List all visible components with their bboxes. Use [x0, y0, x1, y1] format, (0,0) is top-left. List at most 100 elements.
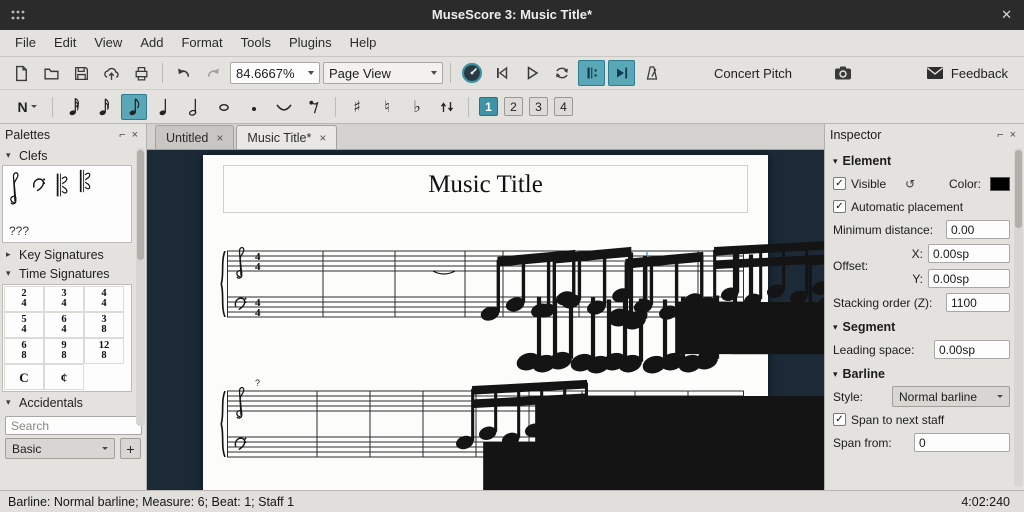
bass-clef-item[interactable] [31, 175, 46, 193]
time-signature-item[interactable]: 128 [84, 338, 124, 364]
time-signature-item[interactable]: 34 [44, 286, 84, 312]
menu-add[interactable]: Add [131, 30, 172, 56]
score-page[interactable]: Music Title 4 4 [203, 155, 768, 490]
tab-close-icon[interactable]: × [319, 131, 326, 145]
augmentation-dot-button[interactable] [241, 94, 267, 120]
play-button[interactable] [518, 60, 545, 86]
flip-direction-button[interactable] [434, 94, 460, 120]
inspector-float-icon[interactable]: ⌐ [994, 129, 1006, 141]
menu-format[interactable]: Format [172, 30, 231, 56]
section-barline[interactable]: ▾ Barline [833, 367, 1010, 381]
time-signature-item[interactable]: 64 [44, 312, 84, 338]
span-from-field[interactable]: 0 [914, 433, 1010, 452]
tab-untitled[interactable]: Untitled × [155, 125, 234, 149]
offset-y-field[interactable]: 0.00sp [928, 269, 1010, 288]
palette-search-input[interactable] [5, 416, 142, 435]
time-signature-cut-item[interactable]: ¢ [44, 364, 84, 390]
alto-clef-item[interactable] [55, 172, 69, 198]
time-signature-item[interactable]: 38 [84, 312, 124, 338]
tie-button[interactable] [271, 94, 297, 120]
flat-button[interactable]: ♭ [404, 94, 430, 120]
redo-button[interactable] [200, 60, 227, 86]
image-capture-button[interactable] [829, 60, 856, 86]
feedback-button[interactable]: Feedback [926, 66, 1016, 81]
voice-1-button[interactable]: 1 [479, 97, 498, 116]
play-panel-button[interactable] [458, 60, 485, 86]
menu-tools[interactable]: Tools [232, 30, 280, 56]
sharp-button[interactable]: ♯ [344, 94, 370, 120]
menu-help[interactable]: Help [341, 30, 386, 56]
menu-plugins[interactable]: Plugins [280, 30, 341, 56]
span-next-staff-checkbox[interactable]: ✓ [833, 413, 846, 426]
section-element[interactable]: ▾ Element [833, 154, 1010, 168]
save-online-button[interactable] [98, 60, 125, 86]
natural-button[interactable]: ♮ [374, 94, 400, 120]
palette-section-clefs[interactable]: ▾ Clefs [0, 146, 146, 165]
time-signature-item[interactable]: 44 [84, 286, 124, 312]
note-input-mode-button[interactable]: N [10, 94, 44, 120]
duration-quarter-button[interactable] [151, 94, 177, 120]
duration-eighth-button[interactable] [121, 94, 147, 120]
time-signature-item[interactable]: 24 [4, 286, 44, 312]
tab-close-icon[interactable]: × [216, 131, 223, 145]
print-button[interactable] [128, 60, 155, 86]
duration-half-button[interactable] [181, 94, 207, 120]
undo-button[interactable] [170, 60, 197, 86]
tab-music-title[interactable]: Music Title* × [236, 125, 337, 149]
rewind-button[interactable] [488, 60, 515, 86]
inspector-close-icon[interactable]: × [1007, 129, 1019, 141]
metronome-button[interactable] [638, 60, 665, 86]
duration-whole-button[interactable] [211, 94, 237, 120]
time-signature-common-item[interactable]: C [4, 364, 44, 390]
menu-view[interactable]: View [85, 30, 131, 56]
palette-section-time-signatures[interactable]: ▾ Time Signatures [0, 264, 146, 283]
time-signature-item[interactable]: 98 [44, 338, 84, 364]
scrollbar-thumb[interactable] [1015, 150, 1022, 228]
quarter-note-icon [156, 96, 172, 117]
menu-file[interactable]: File [6, 30, 45, 56]
loop-playback-button[interactable] [548, 60, 575, 86]
tenor-clef-item[interactable] [78, 169, 92, 193]
pan-score-button[interactable] [608, 60, 635, 86]
inspector-scrollbar[interactable] [1014, 148, 1023, 487]
window-close-button[interactable]: ✕ [1001, 0, 1012, 30]
workspace-combobox[interactable]: Basic [5, 438, 115, 459]
scrollbar-thumb[interactable] [137, 150, 144, 260]
stacking-order-field[interactable]: 1100 [946, 293, 1010, 312]
offset-x-field[interactable]: 0.00sp [928, 244, 1010, 263]
visible-checkbox[interactable]: ✓ [833, 177, 846, 190]
duration-16th-button[interactable] [91, 94, 117, 120]
menu-edit[interactable]: Edit [45, 30, 85, 56]
play-repeats-button[interactable] [578, 60, 605, 86]
reset-icon[interactable]: ↺ [905, 177, 915, 191]
new-score-button[interactable] [8, 60, 35, 86]
palettes-float-icon[interactable]: ⌐ [116, 129, 128, 141]
palettes-close-icon[interactable]: × [129, 129, 141, 141]
score-system-1[interactable]: 4 4 4 4 [227, 239, 746, 331]
min-distance-field[interactable]: 0.00 [946, 220, 1010, 239]
voice-2-button[interactable]: 2 [504, 97, 523, 116]
section-segment[interactable]: ▾ Segment [833, 320, 1010, 334]
add-workspace-button[interactable]: + [120, 438, 141, 459]
time-signature-item[interactable]: 54 [4, 312, 44, 338]
concert-pitch-button[interactable]: Concert Pitch [704, 61, 802, 85]
auto-placement-checkbox[interactable]: ✓ [833, 200, 846, 213]
voice-3-button[interactable]: 3 [529, 97, 548, 116]
open-file-button[interactable] [38, 60, 65, 86]
view-mode-combobox[interactable]: Page View [323, 62, 443, 84]
score-canvas[interactable]: Music Title 4 4 [147, 150, 824, 490]
score-system-2[interactable]: ? [227, 379, 746, 471]
zoom-combobox[interactable]: 84.6667% [230, 62, 320, 84]
leading-space-field[interactable]: 0.00sp [934, 340, 1010, 359]
duration-32nd-button[interactable] [61, 94, 87, 120]
color-swatch[interactable] [990, 177, 1010, 191]
voice-4-button[interactable]: 4 [554, 97, 573, 116]
save-button[interactable] [68, 60, 95, 86]
palettes-scrollbar[interactable] [136, 148, 145, 426]
palette-section-accidentals[interactable]: ▾ Accidentals [0, 393, 146, 412]
palette-section-key-signatures[interactable]: ▸ Key Signatures [0, 245, 146, 264]
treble-clef-item[interactable] [7, 169, 22, 206]
barline-style-combobox[interactable]: Normal barline [892, 386, 1010, 407]
rest-button[interactable] [301, 94, 327, 120]
time-signature-item[interactable]: 68 [4, 338, 44, 364]
